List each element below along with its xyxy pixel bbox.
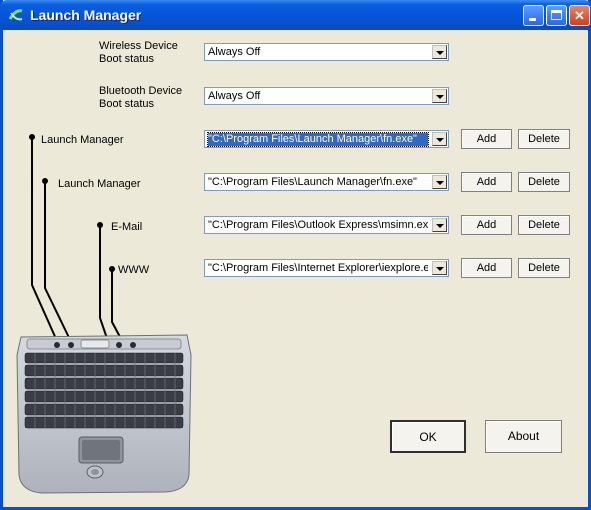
delete-button[interactable]: Delete — [518, 258, 570, 278]
key-label: WWW — [118, 264, 150, 276]
chevron-down-icon[interactable] — [432, 132, 447, 146]
chevron-down-icon[interactable] — [432, 45, 447, 59]
key-program-value: "C:\Program Files\Launch Manager\fn.exe" — [207, 132, 429, 147]
title-bar[interactable]: Launch Manager ✕ — [0, 0, 591, 30]
add-button[interactable]: Add — [461, 215, 512, 235]
key-program-select[interactable]: "C:\Program Files\Launch Manager\fn.exe" — [204, 130, 449, 148]
key-program-value: "C:\Program Files\Launch Manager\fn.exe" — [208, 176, 417, 188]
key-label: E-Mail — [111, 221, 143, 233]
key-program-select[interactable]: "C:\Program Files\Internet Explorer\iexp… — [204, 259, 449, 277]
maximize-button[interactable] — [546, 5, 567, 26]
bluetooth-label-line2: Boot status — [99, 98, 155, 110]
key-pointer-dot — [29, 134, 35, 140]
key-pointer-dot — [97, 222, 103, 228]
window-title: Launch Manager — [30, 7, 142, 23]
wireless-label-line2: Boot status — [99, 53, 155, 65]
chevron-down-icon[interactable] — [432, 261, 447, 275]
wireless-label-line1: Wireless Device — [99, 40, 178, 52]
add-button[interactable]: Add — [461, 129, 512, 149]
launch-manager-window: Launch Manager ✕ Wireless Device Boot st… — [0, 0, 591, 510]
about-button[interactable]: About — [485, 420, 562, 453]
key-program-value: "C:\Program Files\Outlook Express\msimn.… — [208, 219, 428, 231]
add-button[interactable]: Add — [461, 172, 512, 192]
close-icon: ✕ — [574, 8, 585, 23]
chevron-down-icon[interactable] — [432, 175, 447, 189]
launch-manager-app-icon — [8, 9, 23, 21]
close-button[interactable]: ✕ — [569, 5, 590, 26]
minimize-icon — [529, 18, 536, 21]
delete-button[interactable]: Delete — [518, 215, 570, 235]
key-program-select[interactable]: "C:\Program Files\Outlook Express\msimn.… — [204, 216, 449, 234]
chevron-down-icon[interactable] — [432, 89, 447, 103]
key-pointer-dot — [42, 178, 48, 184]
minimize-button[interactable] — [523, 5, 544, 26]
add-button[interactable]: Add — [461, 258, 512, 278]
delete-button[interactable]: Delete — [518, 129, 570, 149]
key-label: Launch Manager — [58, 178, 141, 190]
delete-button[interactable]: Delete — [518, 172, 570, 192]
ok-button[interactable]: OK — [390, 420, 466, 453]
chevron-down-icon[interactable] — [432, 218, 447, 232]
key-pointer-dot — [109, 266, 115, 272]
leader-line — [31, 137, 62, 351]
key-program-select[interactable]: "C:\Program Files\Launch Manager\fn.exe" — [204, 173, 449, 191]
wireless-boot-status-value: Always Off — [208, 46, 261, 58]
bluetooth-boot-status-value: Always Off — [208, 90, 261, 102]
key-program-value: "C:\Program Files\Internet Explorer\iexp… — [208, 262, 428, 274]
wireless-boot-status-select[interactable]: Always Off — [204, 43, 449, 61]
laptop-keyboard-image — [16, 334, 192, 494]
key-label: Launch Manager — [41, 134, 124, 146]
bluetooth-label-line1: Bluetooth Device — [99, 85, 183, 97]
maximize-icon — [551, 10, 562, 20]
bluetooth-boot-status-select[interactable]: Always Off — [204, 87, 449, 105]
